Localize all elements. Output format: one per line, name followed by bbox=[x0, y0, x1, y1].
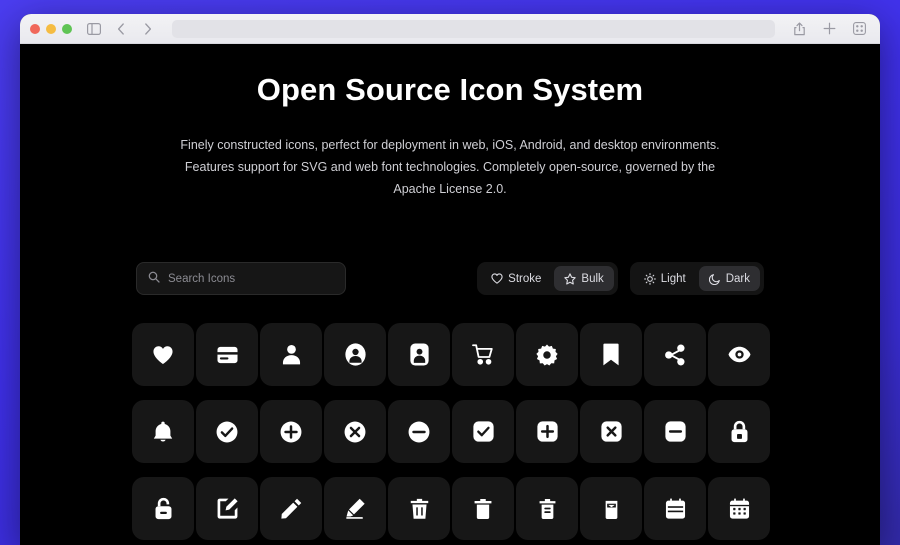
page-subtitle: Finely constructed icons, perfect for de… bbox=[180, 138, 720, 196]
star-outline-icon bbox=[564, 272, 577, 285]
traffic-lights bbox=[30, 23, 72, 34]
trash-icon bbox=[410, 498, 429, 520]
icon-tile-share[interactable] bbox=[644, 323, 706, 386]
minus-circle-icon bbox=[408, 421, 430, 443]
theme-toggle-light-label: Light bbox=[660, 272, 686, 285]
close-window-button[interactable] bbox=[30, 23, 40, 34]
icon-tile-person-square[interactable] bbox=[388, 323, 450, 386]
icon-tile-lock[interactable] bbox=[708, 400, 770, 463]
icon-tile-x-circle[interactable] bbox=[324, 400, 386, 463]
unlock-icon bbox=[154, 497, 173, 520]
toggle-groups: Stroke Bulk Light Dark bbox=[477, 262, 764, 295]
controls-row: Search Icons Stroke Bulk Light Dark bbox=[20, 262, 880, 295]
style-toggle-bulk-label: Bulk bbox=[581, 272, 604, 285]
trash-alt-icon bbox=[474, 498, 492, 520]
icon-tile-check-circle[interactable] bbox=[196, 400, 258, 463]
trash-lid-icon bbox=[603, 498, 620, 520]
theme-toggle-light[interactable]: Light bbox=[634, 266, 696, 291]
tab-grid-icon[interactable] bbox=[850, 20, 868, 38]
icon-tile-calendar[interactable] bbox=[644, 477, 706, 540]
card-icon bbox=[216, 346, 238, 364]
person-square-icon bbox=[409, 343, 429, 366]
theme-toggle-dark-label: Dark bbox=[725, 272, 750, 285]
theme-toggle-dark[interactable]: Dark bbox=[698, 266, 760, 291]
icon-tile-card[interactable] bbox=[196, 323, 258, 386]
icon-tile-trash[interactable] bbox=[388, 477, 450, 540]
gear-icon bbox=[536, 344, 558, 366]
back-chevron-icon[interactable] bbox=[112, 20, 130, 38]
address-bar[interactable] bbox=[172, 19, 775, 38]
icon-tile-pencil[interactable] bbox=[260, 477, 322, 540]
minimize-window-button[interactable] bbox=[46, 23, 56, 34]
moon-icon bbox=[708, 273, 721, 285]
bookmark-icon bbox=[603, 343, 619, 366]
heart-icon bbox=[152, 345, 174, 365]
check-square-icon bbox=[472, 421, 494, 442]
icon-tile-person[interactable] bbox=[260, 323, 322, 386]
icon-tile-cart[interactable] bbox=[452, 323, 514, 386]
calendar-days-icon bbox=[729, 498, 750, 519]
style-toggle-stroke[interactable]: Stroke bbox=[481, 266, 551, 291]
search-icon bbox=[148, 270, 160, 288]
pencil-icon bbox=[280, 498, 302, 519]
icon-tile-trash-bin[interactable] bbox=[516, 477, 578, 540]
icon-tile-plus-square[interactable] bbox=[516, 400, 578, 463]
icon-tile-plus-circle[interactable] bbox=[260, 400, 322, 463]
style-toggle-stroke-label: Stroke bbox=[508, 272, 542, 285]
icon-tile-bookmark[interactable] bbox=[580, 323, 642, 386]
icon-tile-x-square[interactable] bbox=[580, 400, 642, 463]
plus-icon[interactable] bbox=[820, 20, 838, 38]
plus-circle-icon bbox=[280, 421, 302, 443]
browser-window: Open Source Icon System Finely construct… bbox=[20, 14, 880, 545]
icon-tile-gear[interactable] bbox=[516, 323, 578, 386]
titlebar-actions bbox=[790, 20, 870, 38]
icon-tile-eye[interactable] bbox=[708, 323, 770, 386]
x-circle-icon bbox=[344, 421, 366, 443]
check-circle-icon bbox=[216, 421, 238, 443]
search-placeholder: Search Icons bbox=[168, 272, 236, 285]
edit-square-icon bbox=[217, 498, 238, 519]
icon-tile-minus-square[interactable] bbox=[644, 400, 706, 463]
person-icon bbox=[282, 344, 301, 365]
icon-tile-calendar-days[interactable] bbox=[708, 477, 770, 540]
icon-tile-unlock[interactable] bbox=[132, 477, 194, 540]
icon-tile-heart[interactable] bbox=[132, 323, 194, 386]
cart-icon bbox=[472, 344, 494, 365]
sidebar-toggle-icon[interactable] bbox=[85, 20, 103, 38]
forward-chevron-icon[interactable] bbox=[139, 20, 157, 38]
icon-tile-minus-circle[interactable] bbox=[388, 400, 450, 463]
sun-icon bbox=[643, 272, 656, 285]
eye-icon bbox=[728, 346, 751, 363]
x-square-icon bbox=[600, 421, 622, 442]
highlighter-icon bbox=[345, 498, 366, 519]
heart-outline-icon bbox=[491, 273, 503, 284]
icon-tile-trash-alt[interactable] bbox=[452, 477, 514, 540]
share-nodes-icon bbox=[664, 344, 686, 366]
maximize-window-button[interactable] bbox=[62, 23, 72, 34]
style-toggle-bulk[interactable]: Bulk bbox=[554, 266, 614, 291]
style-toggle-group: Stroke Bulk bbox=[477, 262, 618, 295]
person-circle-icon bbox=[344, 343, 366, 366]
icon-tile-highlighter[interactable] bbox=[324, 477, 386, 540]
page-title: Open Source Icon System bbox=[256, 72, 644, 107]
icon-tile-person-circle[interactable] bbox=[324, 323, 386, 386]
page-content: Open Source Icon System Finely construct… bbox=[20, 44, 880, 545]
lock-icon bbox=[730, 420, 749, 443]
search-input[interactable]: Search Icons bbox=[136, 262, 346, 295]
calendar-icon bbox=[665, 498, 686, 519]
browser-titlebar bbox=[20, 14, 880, 44]
share-icon[interactable] bbox=[790, 20, 808, 38]
icon-grid bbox=[132, 323, 770, 540]
icon-tile-trash-lid[interactable] bbox=[580, 477, 642, 540]
theme-toggle-group: Light Dark bbox=[629, 262, 764, 295]
icon-tile-bell[interactable] bbox=[132, 400, 194, 463]
minus-square-icon bbox=[664, 421, 686, 442]
plus-square-icon bbox=[536, 421, 558, 442]
icon-tile-edit-square[interactable] bbox=[196, 477, 258, 540]
icon-tile-check-square[interactable] bbox=[452, 400, 514, 463]
bell-icon bbox=[153, 421, 173, 443]
trash-bin-icon bbox=[539, 498, 556, 520]
